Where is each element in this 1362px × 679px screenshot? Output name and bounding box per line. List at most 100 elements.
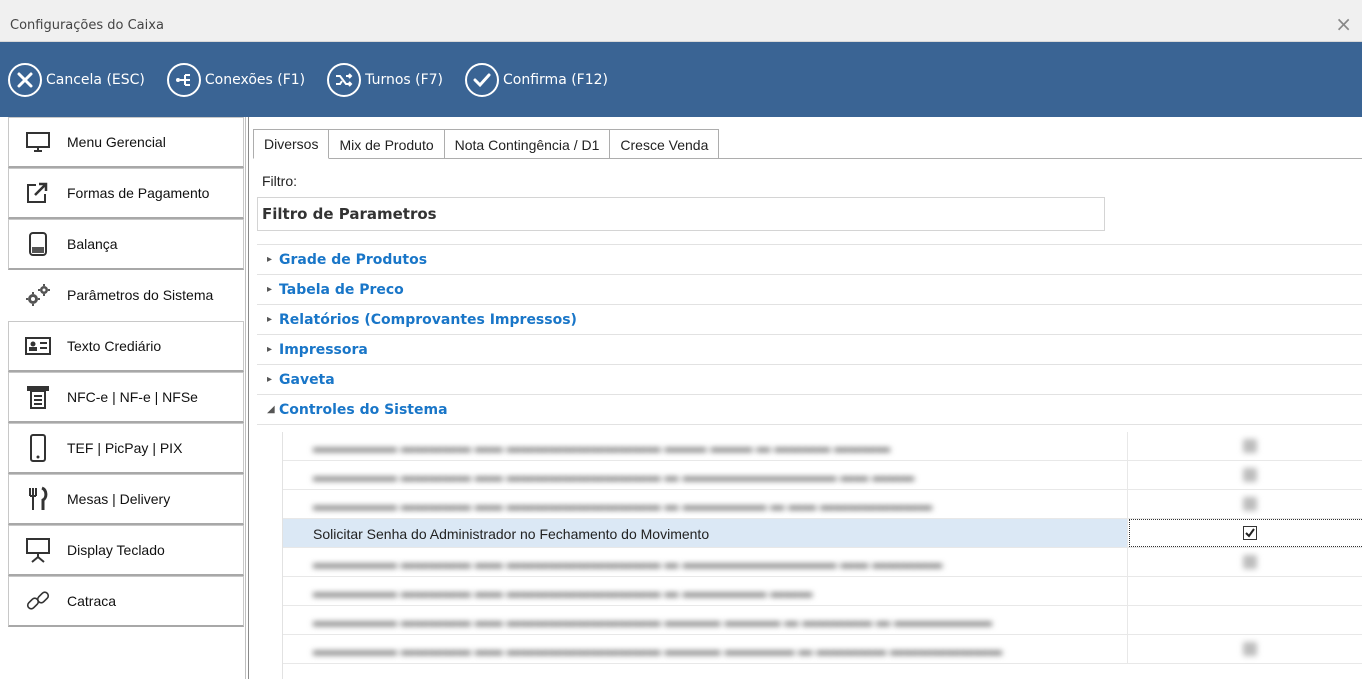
shifts-label: Turnos (F7): [365, 71, 444, 88]
tab-mix-produto[interactable]: Mix de Produto: [328, 129, 445, 159]
group-tabela-preco[interactable]: ▸ Tabela de Preco: [257, 275, 1362, 305]
cancel-icon: [8, 62, 42, 97]
sidebar-item-catraca[interactable]: Catraca: [8, 576, 244, 627]
filter-input[interactable]: Filtro de Parametros: [257, 197, 1105, 231]
shuffle-icon: [327, 62, 362, 97]
sidebar-item-label: Formas de Pagamento: [67, 185, 210, 201]
title-bar: Configurações do Caixa ×: [0, 0, 1362, 42]
parameter-label: Solicitar Senha do Administrador no Fech…: [313, 526, 710, 542]
group-title: Relatórios (Comprovantes Impressos): [279, 311, 577, 328]
row-label-cell: ▬▬▬▬▬▬ ▬▬▬▬▬ ▬▬ ▬▬▬▬▬▬▬▬▬▬▬ ▬▬▬▬ ▬▬▬▬▬ ▬…: [283, 635, 1128, 663]
sidebar-item-label: Texto Crediário: [67, 338, 162, 354]
table-row[interactable]: ▬▬▬▬▬▬ ▬▬▬▬▬ ▬▬ ▬▬▬▬▬▬▬▬▬▬▬ ▬ ▬▬▬▬▬▬ ▬▬▬: [283, 577, 1362, 606]
expand-arrow-icon: ▸: [267, 254, 273, 265]
main-panel: Diversos Mix de Produto Nota Contingênci…: [248, 117, 1362, 679]
checkbox[interactable]: [1243, 439, 1257, 453]
sidebar-item-formas-pagamento[interactable]: Formas de Pagamento: [8, 168, 244, 219]
redacted-text: ▬▬▬▬▬▬ ▬▬▬▬▬ ▬▬ ▬▬▬▬▬▬▬▬▬▬▬ ▬▬▬▬ ▬▬▬▬ ▬ …: [313, 613, 993, 629]
sidebar-item-label: Mesas | Delivery: [67, 491, 171, 507]
external-link-icon: [23, 178, 53, 208]
redacted-text: ▬▬▬▬▬▬ ▬▬▬▬▬ ▬▬ ▬▬▬▬▬▬▬▬▬▬▬ ▬ ▬▬▬▬▬▬▬▬▬▬…: [313, 468, 915, 484]
checkbox[interactable]: [1243, 497, 1257, 511]
expand-arrow-icon: ▸: [267, 284, 273, 295]
group-title: Controles do Sistema: [279, 401, 448, 418]
group-title: Gaveta: [279, 371, 335, 388]
checkbox[interactable]: [1243, 555, 1257, 569]
sidebar-item-texto-crediario[interactable]: Texto Crediário: [8, 321, 244, 372]
table-row-selected[interactable]: Solicitar Senha do Administrador no Fech…: [283, 519, 1362, 548]
confirm-check-icon: [465, 62, 500, 97]
sidebar-item-label: Menu Gerencial: [67, 134, 166, 150]
parameter-groups: ▸ Grade de Produtos ▸ Tabela de Preco ▸ …: [257, 244, 1362, 425]
connections-icon: [166, 62, 201, 97]
checkbox[interactable]: [1243, 468, 1257, 482]
connections-label: Conexões (F1): [204, 71, 306, 88]
collapse-arrow-icon: ◢: [267, 404, 275, 415]
checkbox[interactable]: [1243, 584, 1257, 598]
group-title: Impressora: [279, 341, 368, 358]
row-label-cell: ▬▬▬▬▬▬ ▬▬▬▬▬ ▬▬ ▬▬▬▬▬▬▬▬▬▬▬ ▬ ▬▬▬▬▬▬▬▬▬▬…: [283, 548, 1128, 576]
redacted-text: ▬▬▬▬▬▬ ▬▬▬▬▬ ▬▬ ▬▬▬▬▬▬▬▬▬▬▬ ▬▬▬▬ ▬▬▬▬▬ ▬…: [313, 642, 1003, 658]
sidebar-item-label: NFC-e | NF-e | NFSe: [67, 389, 198, 405]
display-stand-icon: [23, 535, 53, 565]
parameters-grid: ▬▬▬▬▬▬ ▬▬▬▬▬ ▬▬ ▬▬▬▬▬▬▬▬▬▬▬ ▬▬▬ ▬▬▬ ▬ ▬▬…: [282, 432, 1362, 679]
gears-icon: [23, 280, 53, 310]
redacted-text: ▬▬▬▬▬▬ ▬▬▬▬▬ ▬▬ ▬▬▬▬▬▬▬▬▬▬▬ ▬ ▬▬▬▬▬▬▬▬▬▬…: [313, 555, 943, 571]
row-label-cell: ▬▬▬▬▬▬ ▬▬▬▬▬ ▬▬ ▬▬▬▬▬▬▬▬▬▬▬ ▬ ▬▬▬▬▬▬ ▬▬▬: [283, 577, 1128, 605]
chain-link-icon: [23, 586, 53, 616]
confirm-label: Confirma (F12): [503, 71, 609, 88]
group-impressora[interactable]: ▸ Impressora: [257, 335, 1362, 365]
table-row[interactable]: ▬▬▬▬▬▬ ▬▬▬▬▬ ▬▬ ▬▬▬▬▬▬▬▬▬▬▬ ▬▬▬▬ ▬▬▬▬▬ ▬…: [283, 635, 1362, 664]
tab-strip: Diversos Mix de Produto Nota Contingênci…: [253, 129, 720, 159]
row-label-cell: Solicitar Senha do Administrador no Fech…: [283, 519, 1128, 547]
sidebar-item-label: Balança: [67, 236, 118, 252]
row-label-cell: ▬▬▬▬▬▬ ▬▬▬▬▬ ▬▬ ▬▬▬▬▬▬▬▬▬▬▬ ▬ ▬▬▬▬▬▬ ▬ ▬…: [283, 490, 1128, 518]
table-row[interactable]: ▬▬▬▬▬▬ ▬▬▬▬▬ ▬▬ ▬▬▬▬▬▬▬▬▬▬▬ ▬▬▬ ▬▬▬ ▬ ▬▬…: [283, 432, 1362, 461]
close-icon[interactable]: ×: [1335, 14, 1352, 34]
table-row[interactable]: ▬▬▬▬▬▬ ▬▬▬▬▬ ▬▬ ▬▬▬▬▬▬▬▬▬▬▬ ▬ ▬▬▬▬▬▬▬▬▬▬…: [283, 548, 1362, 577]
sidebar-item-mesas[interactable]: Mesas | Delivery: [8, 474, 244, 525]
connections-button[interactable]: Conexões (F1): [166, 62, 306, 97]
checkbox-checked[interactable]: [1243, 526, 1257, 540]
group-controles-sistema[interactable]: ◢ Controles do Sistema: [257, 395, 1362, 425]
confirm-button[interactable]: Confirma (F12): [465, 62, 609, 97]
smartphone-icon: [23, 433, 53, 463]
group-title: Grade de Produtos: [279, 251, 428, 268]
cancel-button[interactable]: Cancela (ESC): [8, 62, 145, 97]
sidebar-item-label: Display Teclado: [67, 542, 165, 558]
group-grade-produtos[interactable]: ▸ Grade de Produtos: [257, 245, 1362, 275]
sidebar-item-label: Catraca: [67, 593, 117, 609]
sidebar-item-display-teclado[interactable]: Display Teclado: [8, 525, 244, 576]
cancel-label: Cancela (ESC): [46, 71, 145, 88]
table-row[interactable]: ▬▬▬▬▬▬ ▬▬▬▬▬ ▬▬ ▬▬▬▬▬▬▬▬▬▬▬ ▬▬▬▬ ▬▬▬▬ ▬ …: [283, 606, 1362, 635]
redacted-text: ▬▬▬▬▬▬ ▬▬▬▬▬ ▬▬ ▬▬▬▬▬▬▬▬▬▬▬ ▬ ▬▬▬▬▬▬ ▬▬▬: [313, 584, 813, 600]
sidebar-item-nfce[interactable]: NFC-e | NF-e | NFSe: [8, 372, 244, 423]
row-label-cell: ▬▬▬▬▬▬ ▬▬▬▬▬ ▬▬ ▬▬▬▬▬▬▬▬▬▬▬ ▬▬▬▬ ▬▬▬▬ ▬ …: [283, 606, 1128, 634]
expand-arrow-icon: ▸: [267, 374, 273, 385]
group-gaveta[interactable]: ▸ Gaveta: [257, 365, 1362, 395]
table-row[interactable]: ▬▬▬▬▬▬ ▬▬▬▬▬ ▬▬ ▬▬▬▬▬▬▬▬▬▬▬ ▬ ▬▬▬▬▬▬▬▬▬▬…: [283, 461, 1362, 490]
group-relatorios[interactable]: ▸ Relatórios (Comprovantes Impressos): [257, 305, 1362, 335]
row-label-cell: ▬▬▬▬▬▬ ▬▬▬▬▬ ▬▬ ▬▬▬▬▬▬▬▬▬▬▬ ▬▬▬ ▬▬▬ ▬ ▬▬…: [283, 432, 1128, 460]
expand-arrow-icon: ▸: [267, 344, 273, 355]
cutlery-icon: [23, 484, 53, 514]
checkbox[interactable]: [1243, 613, 1257, 627]
sidebar-item-menu-gerencial[interactable]: Menu Gerencial: [8, 117, 244, 168]
sidebar-item-tef[interactable]: TEF | PicPay | PIX: [8, 423, 244, 474]
tab-diversos[interactable]: Diversos: [253, 129, 330, 159]
sidebar-item-parametros-sistema[interactable]: Parâmetros do Sistema: [8, 270, 244, 321]
toolbar: Cancela (ESC) Conexões (F1) Turnos (F7) …: [0, 42, 1362, 117]
sidebar-item-balanca[interactable]: Balança: [8, 219, 244, 270]
tab-nota-contingencia[interactable]: Nota Contingência / D1: [443, 129, 611, 159]
sidebar-item-label: TEF | PicPay | PIX: [67, 440, 183, 456]
group-title: Tabela de Preco: [279, 281, 404, 298]
shifts-button[interactable]: Turnos (F7): [327, 62, 444, 97]
checkbox[interactable]: [1243, 642, 1257, 656]
tab-cresce-venda[interactable]: Cresce Venda: [609, 129, 720, 159]
table-row[interactable]: ▬▬▬▬▬▬ ▬▬▬▬▬ ▬▬ ▬▬▬▬▬▬▬▬▬▬▬ ▬ ▬▬▬▬▬▬ ▬ ▬…: [283, 490, 1362, 519]
redacted-text: ▬▬▬▬▬▬ ▬▬▬▬▬ ▬▬ ▬▬▬▬▬▬▬▬▬▬▬ ▬▬▬ ▬▬▬ ▬ ▬▬…: [313, 439, 891, 455]
filter-label: Filtro:: [262, 173, 297, 189]
expand-arrow-icon: ▸: [267, 314, 273, 325]
redacted-text: ▬▬▬▬▬▬ ▬▬▬▬▬ ▬▬ ▬▬▬▬▬▬▬▬▬▬▬ ▬ ▬▬▬▬▬▬ ▬ ▬…: [313, 497, 933, 513]
tab-divider: [253, 158, 1362, 159]
